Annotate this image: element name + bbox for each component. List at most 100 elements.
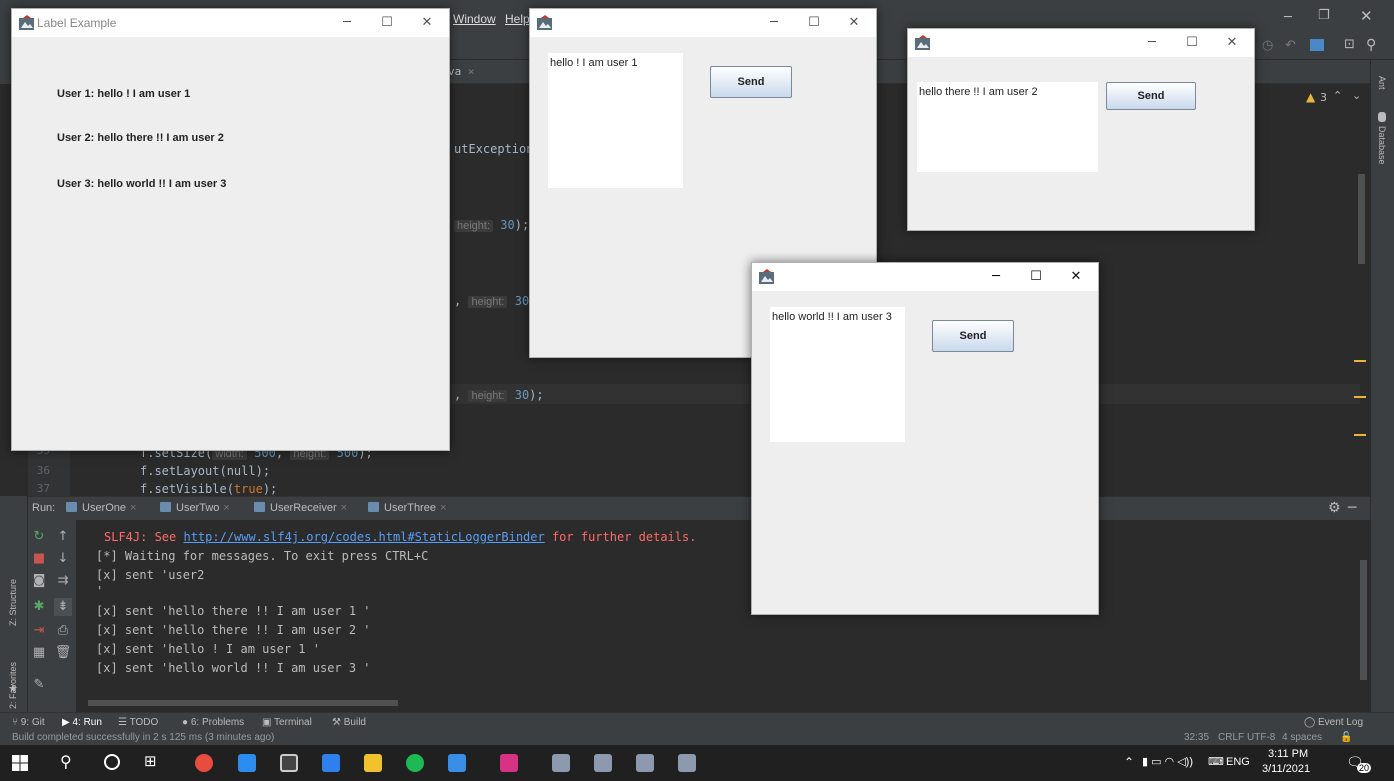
chevron-down-icon[interactable]: ⌄ [1352,89,1361,102]
pin-icon[interactable]: ✎ [30,676,48,694]
console-hscrollbar[interactable] [88,700,398,706]
chrome-icon[interactable] [195,754,213,772]
line-separator[interactable]: CRLF [1218,732,1244,743]
store-icon[interactable] [238,754,256,772]
run-tab-userreceiver[interactable]: UserReceiver × [254,502,347,514]
hide-panel-icon[interactable]: ─ [1348,500,1356,516]
ide-close-icon[interactable]: ✕ [1360,7,1373,25]
problems-tool-button[interactable]: ● 6: Problems [182,717,244,728]
file-encoding[interactable]: UTF-8 [1247,732,1275,743]
close-icon[interactable]: ✕ [1066,268,1086,286]
message-text-area[interactable]: hello there !! I am user 2 [917,82,1098,172]
todo-tool-button[interactable]: ☰ TODO [118,717,158,728]
database-tool-tab[interactable]: Database [1377,126,1387,165]
run-console[interactable]: SLF4J: See http://www.slf4j.org/codes.ht… [76,520,1370,712]
window-title-bar[interactable]: ─ ☐ ✕ [530,9,876,37]
minimize-icon[interactable]: ─ [986,268,1006,286]
slf4j-link[interactable]: http://www.slf4j.org/codes.html#StaticLo… [183,530,544,544]
chevron-up-icon[interactable]: ⌃ [1333,89,1342,102]
build-tool-button[interactable]: ⚒ Build [332,717,366,728]
tray-icons[interactable]: ▮ ▭ ◠ ◁)) [1142,755,1193,768]
editor-tab[interactable]: va × [448,65,475,78]
event-log-button[interactable]: ◯ Event Log [1304,717,1363,728]
soft-wrap-icon[interactable]: ⇉ [54,572,72,590]
ide-minimize-icon[interactable]: ─ [1284,10,1292,25]
warning-marker[interactable] [1354,360,1366,362]
window-title-bar[interactable]: ─ ☐ ✕ [908,29,1254,57]
layout-icon[interactable]: ▦ [30,644,48,662]
git-tool-button[interactable]: ⑂ 9: Git [12,717,45,728]
vscode-icon[interactable] [322,754,340,772]
close-icon[interactable]: ✕ [417,14,437,32]
stop-icon[interactable]: ■ [30,550,48,568]
spotify-icon[interactable] [406,754,424,772]
send-button[interactable]: Send [1106,82,1196,110]
send-button[interactable]: Send [710,66,792,98]
clock-date[interactable]: 3/11/2021 [1262,763,1310,775]
print-icon[interactable]: ⎙ [54,622,72,640]
menu-window[interactable]: Window [453,12,496,26]
maximize-icon[interactable]: ☐ [377,14,397,32]
language-indicator[interactable]: ENG [1226,756,1250,768]
caret-position[interactable]: 32:35 [1184,732,1209,743]
task-view-icon[interactable]: ⊞ [144,752,157,770]
file-explorer-icon[interactable] [364,754,382,772]
tray-chevron-icon[interactable]: ⌃ [1124,755,1134,769]
run-tool-button[interactable]: ▶ 4: Run [62,717,102,728]
maximize-icon[interactable]: ☐ [1182,34,1202,52]
scroll-to-end-icon[interactable]: ⇟ [54,598,72,616]
java-window-icon[interactable] [594,754,612,772]
terminal-app-icon[interactable] [280,754,298,772]
run-tab-userone[interactable]: UserOne × [66,502,136,514]
editor-scrollbar[interactable] [1358,174,1365,264]
message-text-area[interactable]: hello world !! I am user 3 [770,307,905,442]
debug-icon[interactable]: ✱ [30,598,48,616]
close-icon[interactable]: ✕ [844,14,864,32]
lock-icon[interactable]: 🔓 [1340,732,1352,743]
run-tab-userthree[interactable]: UserThree × [368,502,446,514]
maximize-icon[interactable]: ☐ [1026,268,1046,286]
build-status-message[interactable]: Build completed successfully in 2 s 125 … [12,732,274,743]
structure-tool-tab[interactable]: Z: Structure [8,579,18,626]
warning-marker[interactable] [1354,434,1366,436]
photos-icon[interactable] [448,754,466,772]
intellij-icon[interactable] [500,754,518,772]
warning-icon[interactable]: ▲ [1306,90,1315,104]
close-icon[interactable]: ✕ [1222,34,1242,52]
history-icon[interactable]: ◷ [1262,38,1273,53]
window-title-bar[interactable]: ─ ☐ ✕ [752,263,1098,291]
terminal-tool-button[interactable]: ▣ Terminal [262,717,312,728]
java-window-icon[interactable] [678,754,696,772]
exit-icon[interactable]: ⇥ [30,622,48,640]
keyboard-icon[interactable]: ⌨ [1208,755,1224,768]
revert-icon[interactable]: ↶ [1285,38,1296,53]
minimize-icon[interactable]: ─ [1142,34,1162,52]
rerun-icon[interactable]: ↻ [30,528,48,546]
windows-start-icon[interactable] [12,755,28,771]
scroll-down-icon[interactable]: ↓ [54,550,72,568]
send-button[interactable]: Send [932,320,1014,352]
search-icon[interactable]: ⚲ [1366,37,1376,53]
console-vscrollbar[interactable] [1360,560,1367,680]
java-window-icon[interactable] [552,754,570,772]
run-tab-usertwo[interactable]: UserTwo × [160,502,230,514]
minimize-icon[interactable]: ─ [337,14,357,32]
maximize-icon[interactable]: ☐ [804,14,824,32]
camera-icon[interactable]: ◙ [30,572,48,590]
minimize-icon[interactable]: ─ [764,14,784,32]
presentation-icon[interactable]: ⊡ [1344,37,1355,52]
cortana-icon[interactable] [104,754,120,770]
ide-restore-icon[interactable]: ❐ [1318,8,1330,23]
project-structure-icon[interactable] [1310,39,1324,51]
clock-time[interactable]: 3:11 PM [1268,748,1308,760]
settings-gear-icon[interactable]: ⚙ [1328,500,1341,516]
menu-help[interactable]: Help [505,12,530,26]
indent-setting[interactable]: 4 spaces [1282,732,1322,743]
scroll-up-icon[interactable]: ↑ [54,528,72,546]
search-icon[interactable]: ⚲ [60,752,72,771]
window-title-bar[interactable]: Label Example ─ ☐ ✕ [12,9,449,37]
trash-icon[interactable]: 🗑 [54,644,72,662]
message-text-area[interactable]: hello ! I am user 1 [548,53,683,188]
ant-tool-tab[interactable]: Ant [1377,76,1387,90]
warning-marker[interactable] [1354,396,1366,398]
